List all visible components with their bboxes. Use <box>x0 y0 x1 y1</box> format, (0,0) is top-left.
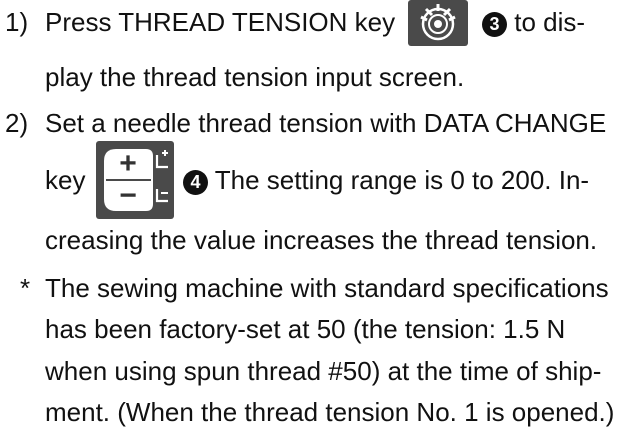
thread-tension-icon <box>420 4 456 41</box>
step1-text: Press THREAD TENSION key <box>45 7 396 37</box>
step1-number: 1) <box>5 7 29 37</box>
note-line: has been factory-set at 50 (the tension:… <box>45 314 566 344</box>
step2-after-key: The setting range is 0 to 200. In- <box>208 165 590 195</box>
marker-3: 3 <box>482 12 507 37</box>
step2-line1: Set a needle thread tension with DATA CH… <box>45 108 607 138</box>
note-line: The sewing machine with standard specifi… <box>45 273 609 303</box>
thread-tension-key[interactable] <box>408 0 468 46</box>
step2-number: 2) <box>5 108 29 138</box>
marker-4: 4 <box>183 170 208 195</box>
note-line: when using spun thread #50) at the time … <box>45 356 602 386</box>
step2-continuation: creasing the value increases the thread … <box>45 225 598 255</box>
plus-symbol: + <box>119 147 137 180</box>
data-change-icon: + − <box>104 147 168 212</box>
note-asterisk: * <box>20 273 31 303</box>
step2-key-ref: 4 The setting range is 0 to 200. In- <box>183 165 589 195</box>
data-change-key[interactable]: + − <box>96 141 174 219</box>
step2-key-label: key <box>45 165 86 195</box>
note-line: ment. (When the thread tension No. 1 is … <box>45 397 615 427</box>
minus-symbol: − <box>119 179 137 212</box>
step1-after-key: to dis- <box>507 7 586 37</box>
step1-key-ref: 3 to dis- <box>482 7 585 37</box>
step1-continuation: play the thread tension input screen. <box>45 62 465 92</box>
